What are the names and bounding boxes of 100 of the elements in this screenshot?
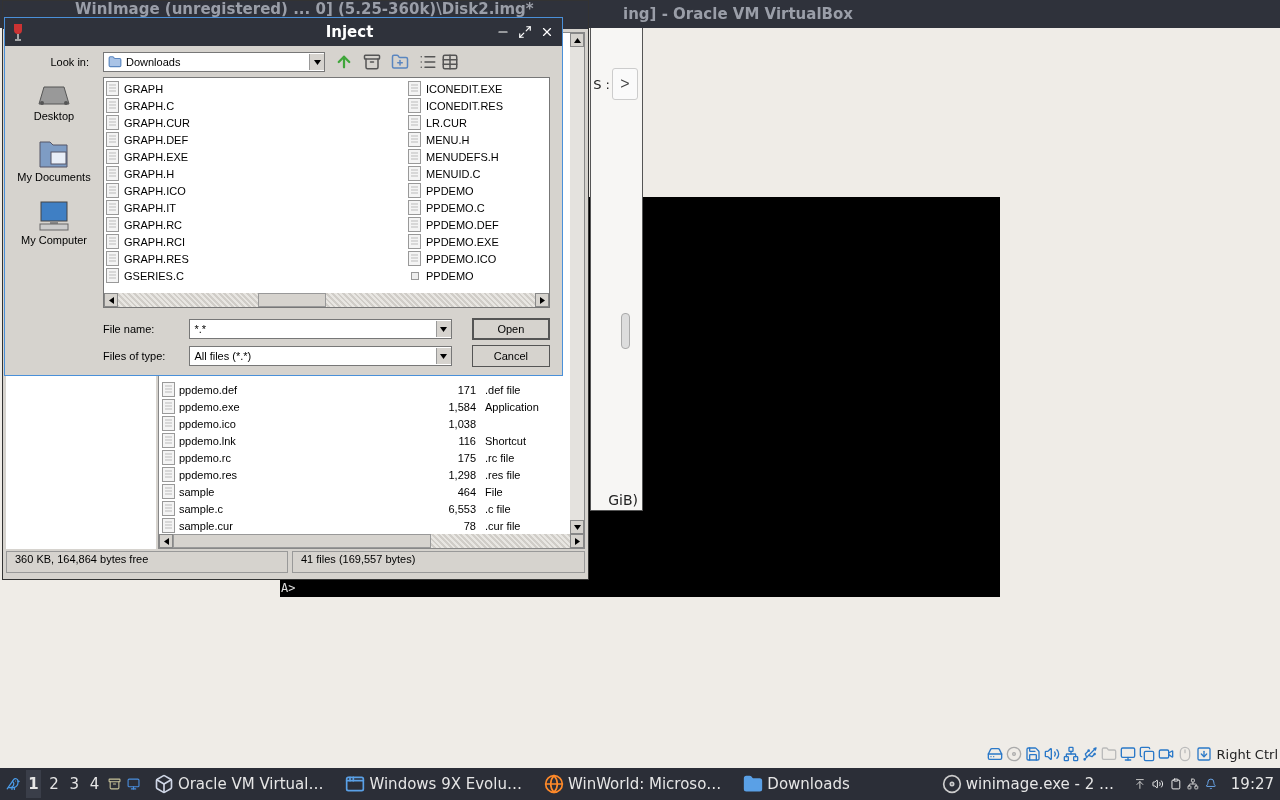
file-name[interactable]: PPDEMO.C <box>426 201 485 214</box>
file-icon <box>106 183 119 198</box>
file-name[interactable]: GRAPH.EXE <box>124 150 189 163</box>
file-name[interactable]: ppdemo.def <box>179 383 394 396</box>
file-name[interactable]: GRAPH.C <box>124 99 175 112</box>
place-item[interactable]: My Computer <box>21 201 87 246</box>
file-name[interactable]: GSERIES.C <box>124 269 184 282</box>
file-icon <box>162 416 175 431</box>
scroll-left-icon[interactable] <box>162 537 170 545</box>
file-name[interactable]: sample.cur <box>179 519 394 532</box>
file-size: 175 <box>456 451 476 464</box>
scroll-up-icon[interactable] <box>573 36 581 44</box>
file-name[interactable]: GRAPH <box>124 82 164 95</box>
place-item[interactable]: Desktop <box>33 85 75 122</box>
task-button[interactable]: winimage.exe - 2 … <box>933 769 1123 799</box>
file-icon <box>408 132 421 147</box>
file-name[interactable]: sample <box>179 485 394 498</box>
file-name[interactable]: MENUDEFS.H <box>426 150 499 163</box>
workspace-button[interactable]: 4 <box>87 770 102 798</box>
file-name[interactable]: GRAPH.CUR <box>124 116 190 129</box>
audio-icon[interactable] <box>1043 746 1060 762</box>
task-button[interactable]: Downloads <box>735 769 858 799</box>
file-name[interactable]: ppdemo.exe <box>179 400 394 413</box>
file-name[interactable]: PPDEMO <box>426 184 474 197</box>
network-icon[interactable] <box>1187 775 1200 793</box>
file-name[interactable]: ppdemo.ico <box>179 417 394 430</box>
file-name[interactable]: ppdemo.lnk <box>179 434 394 447</box>
horizontal-scrollbar[interactable] <box>104 293 549 307</box>
file-name[interactable]: PPDEMO.EXE <box>426 235 499 248</box>
cancel-button[interactable]: Cancel <box>471 345 550 367</box>
file-name[interactable]: PPDEMO <box>426 269 474 282</box>
scrollbar-thumb[interactable] <box>258 293 326 307</box>
details-view-icon[interactable] <box>441 53 459 71</box>
cube-icon <box>153 774 174 794</box>
workspace-button[interactable]: 2 <box>46 770 62 798</box>
file-name[interactable]: ICONEDIT.RES <box>426 99 503 112</box>
host-key-label: Right Ctrl <box>1216 746 1278 762</box>
file-name[interactable]: GRAPH.RES <box>124 252 189 265</box>
file-size: 116 <box>457 434 476 447</box>
close-icon[interactable] <box>540 25 554 39</box>
file-type: .def file <box>485 383 521 396</box>
shortcut-icon <box>410 271 419 280</box>
display-icon[interactable] <box>1119 746 1136 762</box>
file-name[interactable]: PPDEMO.ICO <box>426 252 497 265</box>
new-folder-icon[interactable] <box>391 53 409 71</box>
caret-icon[interactable] <box>440 325 448 333</box>
file-name[interactable]: GRAPH.H <box>124 167 175 180</box>
file-name-field[interactable]: *.* <box>189 319 452 339</box>
task-button[interactable]: Oracle VM Virtual… <box>145 769 332 799</box>
file-name[interactable]: ppdemo.res <box>179 468 394 481</box>
file-type: .res file <box>485 468 521 481</box>
host-key-icon[interactable] <box>1195 746 1212 762</box>
file-type-dropdown[interactable]: All files (*.*) <box>189 346 452 366</box>
file-name[interactable]: LR.CUR <box>426 116 467 129</box>
place-item[interactable]: My Documents <box>17 140 91 183</box>
file-name[interactable]: GRAPH.ICO <box>124 184 186 197</box>
scroll-down-icon[interactable] <box>573 523 581 531</box>
file-size: 1,038 <box>447 417 476 430</box>
scroll-right-icon[interactable] <box>538 296 546 304</box>
file-icon <box>408 217 421 232</box>
file-icon <box>408 81 421 96</box>
scroll-left-icon[interactable] <box>107 296 115 304</box>
file-icon <box>162 484 175 499</box>
file-icon <box>106 98 119 113</box>
file-name[interactable]: PPDEMO.DEF <box>426 218 499 231</box>
task-button[interactable]: WinWorld: Microso… <box>536 769 730 799</box>
maximize-icon[interactable] <box>518 25 532 39</box>
horizontal-scrollbar[interactable] <box>159 534 584 548</box>
folder-icon <box>743 774 764 794</box>
file-name[interactable]: GRAPH.RCI <box>124 235 186 248</box>
file-icon <box>162 450 175 465</box>
look-in-dropdown[interactable]: Downloads <box>103 52 325 72</box>
floppy-icon[interactable] <box>1024 746 1041 762</box>
file-name[interactable]: MENUID.C <box>426 167 481 180</box>
file-icon <box>106 132 119 147</box>
workspace-button[interactable]: 3 <box>67 770 82 798</box>
recording-icon[interactable] <box>1157 746 1174 762</box>
list-view-icon[interactable] <box>419 53 437 71</box>
usb-icon[interactable] <box>1081 746 1098 762</box>
file-name[interactable]: GRAPH.IT <box>124 201 176 214</box>
next-button[interactable]: > <box>612 68 638 100</box>
vertical-scrollbar[interactable] <box>570 33 584 534</box>
scrollbar-thumb[interactable] <box>621 313 630 349</box>
file-name[interactable]: GRAPH.DEF <box>124 133 189 146</box>
file-icon <box>162 467 175 482</box>
file-name[interactable]: GRAPH.RC <box>124 218 183 231</box>
file-name[interactable]: sample.c <box>179 502 394 515</box>
workspace-button[interactable]: 1 <box>26 770 41 798</box>
open-button[interactable]: Open <box>471 318 550 340</box>
scrollbar-thumb[interactable] <box>173 534 431 548</box>
network-icon[interactable] <box>1062 746 1079 762</box>
clipboard-icon[interactable] <box>1169 775 1182 793</box>
file-name[interactable]: ppdemo.rc <box>179 451 394 464</box>
scroll-right-icon[interactable] <box>573 537 581 545</box>
caret-icon[interactable] <box>313 58 321 66</box>
task-button[interactable]: Windows 9X Evolu… <box>337 769 530 799</box>
file-icon <box>106 217 119 232</box>
file-name[interactable]: MENU.H <box>426 133 470 146</box>
file-name[interactable]: ICONEDIT.EXE <box>426 82 503 95</box>
caret-icon[interactable] <box>440 352 448 360</box>
